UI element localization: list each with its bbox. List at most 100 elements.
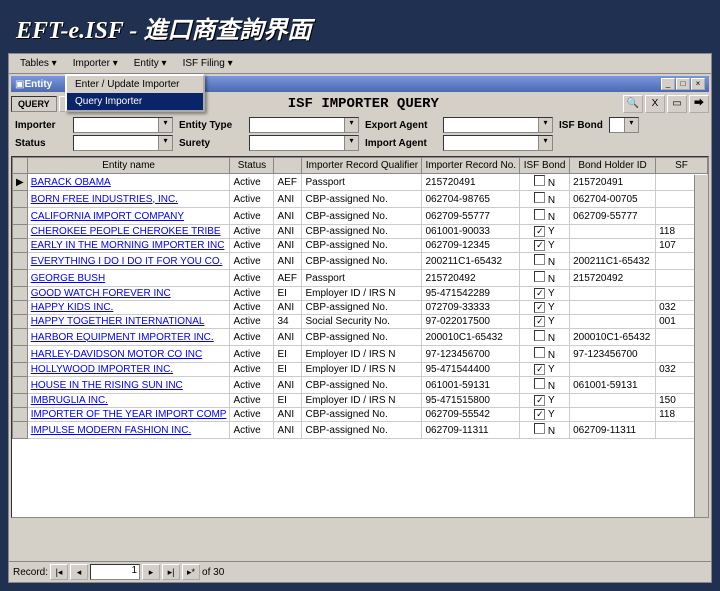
col-bond-holder[interactable]: Bond Holder ID bbox=[570, 158, 656, 174]
table-row[interactable]: IMBRUGLIA INC.ActiveEIEmployer ID / IRS … bbox=[13, 394, 708, 408]
cell-isf-bond[interactable]: ✓ Y bbox=[520, 301, 570, 315]
cell-entity[interactable]: IMPULSE MODERN FASHION INC. bbox=[27, 422, 230, 439]
row-selector[interactable] bbox=[13, 377, 28, 394]
cell-entity[interactable]: HARBOR EQUIPMENT IMPORTER INC. bbox=[27, 329, 230, 346]
cell-isf-bond[interactable]: N bbox=[520, 191, 570, 208]
minimize-button[interactable]: _ bbox=[661, 78, 675, 90]
excel-export-icon[interactable]: X bbox=[645, 95, 665, 113]
cell-isf-bond[interactable]: ✓ Y bbox=[520, 225, 570, 239]
table-row[interactable]: EVERYTHING I DO I DO IT FOR YOU CO.Activ… bbox=[13, 253, 708, 270]
table-row[interactable]: IMPULSE MODERN FASHION INC.ActiveANICBP-… bbox=[13, 422, 708, 439]
row-selector[interactable] bbox=[13, 270, 28, 287]
menu-importer[interactable]: Importer ▾ bbox=[66, 56, 125, 71]
query-button[interactable]: QUERY bbox=[11, 96, 57, 112]
export-agent-select[interactable]: ▾ bbox=[443, 117, 553, 133]
table-row[interactable]: HOLLYWOOD IMPORTER INC.ActiveEIEmployer … bbox=[13, 363, 708, 377]
entity-type-select[interactable]: ▾ bbox=[249, 117, 359, 133]
close-button[interactable]: × bbox=[691, 78, 705, 90]
cell-isf-bond[interactable]: N bbox=[520, 346, 570, 363]
cell-entity[interactable]: IMBRUGLIA INC. bbox=[27, 394, 230, 408]
menu-query-importer[interactable]: Query Importer bbox=[67, 93, 203, 110]
row-selector-header[interactable] bbox=[13, 158, 28, 174]
row-selector[interactable] bbox=[13, 239, 28, 253]
menu-isf-filing[interactable]: ISF Filing ▾ bbox=[176, 56, 240, 71]
table-row[interactable]: HOUSE IN THE RISING SUN INCActiveANICBP-… bbox=[13, 377, 708, 394]
col-status[interactable]: Status bbox=[230, 158, 274, 174]
cell-isf-bond[interactable]: ✓ Y bbox=[520, 239, 570, 253]
cell-entity[interactable]: CALIFORNIA IMPORT COMPANY bbox=[27, 208, 230, 225]
cell-entity[interactable]: CHEROKEE PEOPLE CHEROKEE TRIBE bbox=[27, 225, 230, 239]
menu-entity[interactable]: Entity ▾ bbox=[127, 56, 174, 71]
cell-isf-bond[interactable]: N bbox=[520, 208, 570, 225]
cell-entity[interactable]: HAPPY TOGETHER INTERNATIONAL bbox=[27, 315, 230, 329]
row-selector[interactable] bbox=[13, 408, 28, 422]
cell-entity[interactable]: GEORGE BUSH bbox=[27, 270, 230, 287]
row-selector[interactable] bbox=[13, 253, 28, 270]
cell-entity[interactable]: HAPPY KIDS INC. bbox=[27, 301, 230, 315]
cell-entity[interactable]: EVERYTHING I DO I DO IT FOR YOU CO. bbox=[27, 253, 230, 270]
vertical-scrollbar[interactable] bbox=[694, 175, 708, 517]
nav-last-button[interactable]: ▸| bbox=[162, 564, 180, 580]
col-code[interactable] bbox=[274, 158, 302, 174]
nav-first-button[interactable]: |◂ bbox=[50, 564, 68, 580]
nav-prev-button[interactable]: ◂ bbox=[70, 564, 88, 580]
cell-entity[interactable]: BARACK OBAMA bbox=[27, 174, 230, 191]
cell-isf-bond[interactable]: N bbox=[520, 329, 570, 346]
table-row[interactable]: EARLY IN THE MORNING IMPORTER INCActiveA… bbox=[13, 239, 708, 253]
form-icon[interactable]: ▭ bbox=[667, 95, 687, 113]
table-row[interactable]: HARLEY-DAVIDSON MOTOR CO INCActiveEIEmpl… bbox=[13, 346, 708, 363]
col-irq[interactable]: Importer Record Qualifier bbox=[302, 158, 422, 174]
cell-isf-bond[interactable]: N bbox=[520, 422, 570, 439]
row-selector[interactable] bbox=[13, 191, 28, 208]
cell-isf-bond[interactable]: N bbox=[520, 253, 570, 270]
cell-entity[interactable]: GOOD WATCH FOREVER INC bbox=[27, 287, 230, 301]
row-selector[interactable] bbox=[13, 225, 28, 239]
cell-entity[interactable]: BORN FREE INDUSTRIES, INC. bbox=[27, 191, 230, 208]
cell-entity[interactable]: IMPORTER OF THE YEAR IMPORT COMP bbox=[27, 408, 230, 422]
nav-next-button[interactable]: ▸ bbox=[142, 564, 160, 580]
cell-isf-bond[interactable]: N bbox=[520, 377, 570, 394]
table-row[interactable]: CALIFORNIA IMPORT COMPANYActiveANICBP-as… bbox=[13, 208, 708, 225]
exit-icon[interactable]: ⮕ bbox=[689, 95, 709, 113]
row-selector[interactable] bbox=[13, 329, 28, 346]
cell-isf-bond[interactable]: ✓ Y bbox=[520, 394, 570, 408]
cell-isf-bond[interactable]: ✓ Y bbox=[520, 408, 570, 422]
table-row[interactable]: IMPORTER OF THE YEAR IMPORT COMPActiveAN… bbox=[13, 408, 708, 422]
table-row[interactable]: HAPPY TOGETHER INTERNATIONALActive34Soci… bbox=[13, 315, 708, 329]
cell-isf-bond[interactable]: ✓ Y bbox=[520, 363, 570, 377]
row-selector[interactable] bbox=[13, 346, 28, 363]
record-position[interactable]: 1 bbox=[90, 564, 140, 580]
cell-entity[interactable]: HOUSE IN THE RISING SUN INC bbox=[27, 377, 230, 394]
col-irn[interactable]: Importer Record No. bbox=[422, 158, 520, 174]
table-row[interactable]: HARBOR EQUIPMENT IMPORTER INC.ActiveANIC… bbox=[13, 329, 708, 346]
isf-bond-select[interactable]: ▾ bbox=[609, 117, 639, 133]
cell-isf-bond[interactable]: ✓ Y bbox=[520, 315, 570, 329]
row-selector[interactable] bbox=[13, 422, 28, 439]
row-selector[interactable] bbox=[13, 394, 28, 408]
table-row[interactable]: HAPPY KIDS INC.ActiveANICBP-assigned No.… bbox=[13, 301, 708, 315]
cell-entity[interactable]: EARLY IN THE MORNING IMPORTER INC bbox=[27, 239, 230, 253]
row-selector[interactable] bbox=[13, 208, 28, 225]
table-row[interactable]: ▶BARACK OBAMAActiveAEFPassport215720491 … bbox=[13, 174, 708, 191]
row-selector[interactable] bbox=[13, 287, 28, 301]
binoculars-icon[interactable]: 🔍 bbox=[623, 95, 643, 113]
row-selector[interactable] bbox=[13, 315, 28, 329]
importer-select[interactable]: ▾ bbox=[73, 117, 173, 133]
cell-isf-bond[interactable]: ✓ Y bbox=[520, 287, 570, 301]
nav-new-button[interactable]: ▸* bbox=[182, 564, 200, 580]
maximize-button[interactable]: □ bbox=[676, 78, 690, 90]
table-row[interactable]: CHEROKEE PEOPLE CHEROKEE TRIBEActiveANIC… bbox=[13, 225, 708, 239]
surety-select[interactable]: ▾ bbox=[249, 135, 359, 151]
status-select[interactable]: ▾ bbox=[73, 135, 173, 151]
table-row[interactable]: BORN FREE INDUSTRIES, INC.ActiveANICBP-a… bbox=[13, 191, 708, 208]
row-selector[interactable] bbox=[13, 363, 28, 377]
import-agent-select[interactable]: ▾ bbox=[443, 135, 553, 151]
cell-isf-bond[interactable]: N bbox=[520, 174, 570, 191]
cell-entity[interactable]: HARLEY-DAVIDSON MOTOR CO INC bbox=[27, 346, 230, 363]
cell-entity[interactable]: HOLLYWOOD IMPORTER INC. bbox=[27, 363, 230, 377]
col-entity-name[interactable]: Entity name bbox=[27, 158, 230, 174]
menu-tables[interactable]: Tables ▾ bbox=[13, 56, 64, 71]
menu-enter-update-importer[interactable]: Enter / Update Importer bbox=[67, 76, 203, 93]
col-isf-bond[interactable]: ISF Bond bbox=[520, 158, 570, 174]
table-row[interactable]: GEORGE BUSHActiveAEFPassport215720492 N2… bbox=[13, 270, 708, 287]
